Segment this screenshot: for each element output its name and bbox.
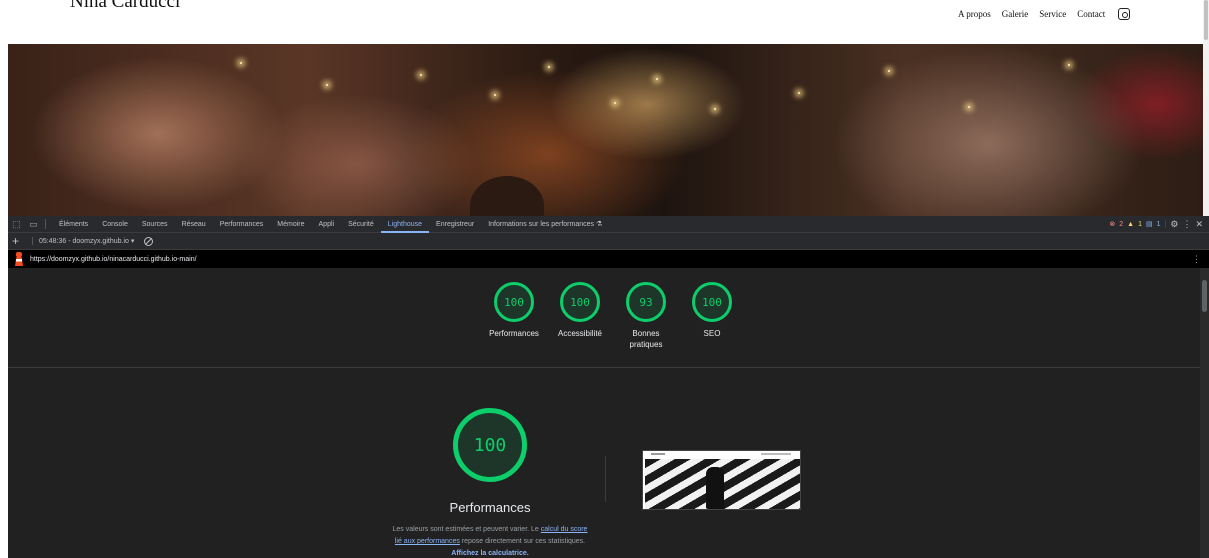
performance-title: Performances [449,500,531,515]
performance-main-gauge: 100 [453,408,527,482]
description-text-2: repose directement sur ces statistiques. [459,538,586,545]
error-count[interactable]: 2 [1119,221,1123,228]
warning-icon[interactable]: ▲ [1127,221,1134,228]
show-calculator-link[interactable]: Affichez la calculatrice. [451,550,528,557]
instagram-icon[interactable] [1118,8,1131,20]
gauge-accessibility-score: 100 [560,282,600,322]
gauge-accessibility[interactable]: 100 Accessibilité [552,282,608,350]
gauge-best-practices-score: 93 [626,282,666,322]
tab-performance-insights[interactable]: Informations sur les performances ⚗ [481,216,609,233]
nav-link-service[interactable]: Service [1039,9,1066,19]
nav-link-galerie[interactable]: Galerie [1002,9,1028,19]
score-summary: 100 Performances 100 Accessibilité 93 Bo… [486,282,740,350]
tab-performance[interactable]: Performances [213,216,271,233]
error-icon[interactable]: ⊗ [1109,220,1115,228]
gauge-accessibility-label: Accessibilité [557,329,602,338]
lighthouse-report: 100 Performances 100 Accessibilité 93 Bo… [8,268,1200,558]
report-scrollbar[interactable] [1200,268,1209,558]
site-nav: A propos Galerie Service Contact [958,8,1131,20]
gauge-performance-label: Performances [489,329,539,338]
tabbar-separator [45,219,46,229]
report-divider [8,367,1200,368]
more-options-icon[interactable]: ⋮ [1182,219,1191,230]
inspect-element-icon[interactable]: ⬚ [8,216,25,233]
devtools-tabbar: ⬚ ▭ Éléments Console Sources Réseau Perf… [8,216,1209,233]
gauge-best-practices[interactable]: 93 Bonnes pratiques [618,282,674,350]
thumbnail-header [643,451,800,459]
tab-recorder[interactable]: Enregistreur [429,216,481,233]
gauge-seo-label: SEO [703,329,721,338]
lighthouse-toolbar: + 05:48:36 - doomzyx.github.io ▾ [8,233,1209,250]
tab-security[interactable]: Sécurité [341,216,381,233]
hero-person [470,176,544,216]
tab-application[interactable]: Appli [312,216,342,233]
lighthouse-logo-icon [14,252,24,266]
nav-link-contact[interactable]: Contact [1077,9,1105,19]
tab-memory[interactable]: Mémoire [270,216,311,233]
report-url[interactable]: https://doomzyx.github.io/ninacarducci.g… [30,256,197,263]
info-icon[interactable]: ▤ [1146,220,1153,228]
thumbnail-nav [761,453,791,455]
close-icon[interactable]: ✕ [1195,219,1203,230]
thumbnail-person [706,467,724,509]
tab-sources[interactable]: Sources [135,216,175,233]
new-report-plus-icon[interactable]: + [12,234,24,248]
settings-gear-icon[interactable]: ⚙ [1170,219,1178,230]
page-scrollbar-thumb[interactable] [1204,0,1208,40]
report-scrollbar-thumb[interactable] [1202,280,1207,312]
page-scrollbar[interactable] [1203,0,1209,216]
gauge-performance-score: 100 [494,282,534,322]
gauge-performance[interactable]: 100 Performances [486,282,542,350]
description-text-1: Les valeurs sont estimées et peuvent var… [392,526,541,533]
gauge-seo[interactable]: 100 SEO [684,282,740,350]
tab-lighthouse[interactable]: Lighthouse [380,216,430,233]
site-logo[interactable]: Nina Carducci [70,0,180,13]
devtools-status: ⊗ 2 ▲ 1 ▤ 1 | ⚙ ⋮ ✕ [1109,219,1209,230]
performance-description: Les valeurs sont estimées et peuvent var… [392,524,588,558]
gauge-best-practices-label: Bonnes pratiques [629,329,663,349]
info-count[interactable]: 1 [1157,221,1161,228]
thumbnail-logo [651,453,665,455]
gauge-seo-score: 100 [692,282,732,322]
report-menu-icon[interactable]: ⋮ [1192,254,1201,265]
clear-reports-icon[interactable] [144,236,154,246]
report-url-bar: https://doomzyx.github.io/ninacarducci.g… [8,250,1209,268]
tab-console[interactable]: Console [95,216,135,233]
tab-elements[interactable]: Éléments [52,216,95,233]
report-select[interactable]: 05:48:36 - doomzyx.github.io ▾ [32,237,134,245]
site-header: Nina Carducci A propos Galerie Service C… [0,0,1203,44]
device-toolbar-icon[interactable]: ▭ [25,216,42,233]
warning-count[interactable]: 1 [1138,221,1142,228]
tab-network[interactable]: Réseau [175,216,213,233]
status-separator: | [1164,220,1167,228]
final-screenshot-thumbnail[interactable] [642,450,801,510]
devtools-panel: ⬚ ▭ Éléments Console Sources Réseau Perf… [8,216,1209,558]
hero-image [8,44,1203,216]
nav-link-a-propos[interactable]: A propos [958,9,991,19]
vertical-separator [605,456,606,502]
